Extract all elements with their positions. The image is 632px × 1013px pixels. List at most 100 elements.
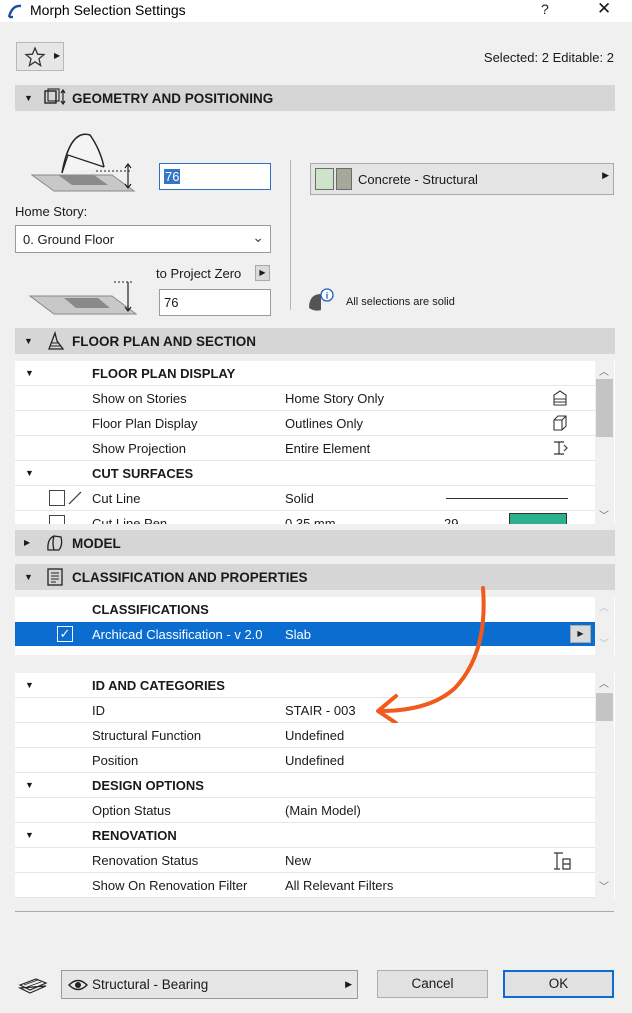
home-story-select[interactable]: 0. Ground Floor ⌄ xyxy=(15,225,271,253)
pen-color-swatch[interactable] xyxy=(509,513,567,524)
section-geometry[interactable]: ▼ GEOMETRY AND POSITIONING xyxy=(15,85,615,111)
collapse-triangle-icon: ▼ xyxy=(24,336,33,346)
cancel-button[interactable]: Cancel xyxy=(377,970,488,998)
scroll-down-icon[interactable]: ﹀ xyxy=(599,878,609,893)
section-model[interactable]: ▶ MODEL xyxy=(15,530,615,556)
layer-label: Structural - Bearing xyxy=(92,977,209,992)
cut-pen-checkbox[interactable] xyxy=(49,515,65,524)
home-story-label: Home Story: xyxy=(15,204,88,219)
material-label: Concrete - Structural xyxy=(358,172,478,187)
cut-line-checkbox[interactable] xyxy=(49,490,65,506)
group-row[interactable]: ▼ DESIGN OPTIONS xyxy=(15,773,595,798)
properties-table: ▼ ID AND CATEGORIES ID STAIR - 003 Struc… xyxy=(15,673,615,898)
stories-icon xyxy=(553,390,567,406)
table-row[interactable]: Floor Plan Display Outlines Only xyxy=(15,411,595,436)
classification-picker-button[interactable]: ▶ xyxy=(570,625,591,643)
projection-icon xyxy=(554,441,568,455)
collapse-triangle-icon: ▼ xyxy=(25,680,34,690)
table-row[interactable]: Show Projection Entire Element xyxy=(15,436,595,461)
collapse-triangle-icon: ▼ xyxy=(24,93,33,103)
annotation-arrow xyxy=(376,586,486,723)
caret-right-icon: ▶ xyxy=(54,51,61,60)
table-row[interactable]: Show on Stories Home Story Only xyxy=(15,386,595,411)
renovation-icon xyxy=(554,852,571,870)
table-row[interactable]: ID STAIR - 003 xyxy=(15,698,595,723)
star-icon xyxy=(24,46,46,67)
morph-height-diagram-icon xyxy=(30,133,136,192)
material-swatch-icon xyxy=(315,168,334,190)
table-row[interactable]: Structural Function Undefined xyxy=(15,723,595,748)
collapse-triangle-icon: ▼ xyxy=(24,572,33,582)
document-list-icon xyxy=(47,568,63,586)
scrollbar[interactable]: ︿ ﹀ xyxy=(595,673,614,898)
scroll-thumb[interactable] xyxy=(596,693,613,721)
section-label: FLOOR PLAN AND SECTION xyxy=(72,334,256,349)
elevation-diagram-icon xyxy=(28,281,138,315)
group-row[interactable]: ▼ ID AND CATEGORIES xyxy=(15,673,595,698)
group-row: CLASSIFICATIONS xyxy=(92,602,209,617)
collapse-triangle-icon: ▼ xyxy=(25,830,34,840)
caret-right-icon: ▶ xyxy=(602,170,609,180)
footer-separator xyxy=(15,911,614,912)
scroll-down-icon[interactable]: ﹀ xyxy=(599,507,609,522)
collapse-triangle-icon: ▼ xyxy=(25,780,34,790)
title-bar: Morph Selection Settings ? ✕ xyxy=(0,0,632,22)
collapse-triangle-icon: ▼ xyxy=(25,468,34,478)
classification-table: CLASSIFICATIONS ✓ Archicad Classificatio… xyxy=(15,597,615,655)
layer-select[interactable]: Structural - Bearing ▶ xyxy=(61,970,358,999)
table-row[interactable]: Option Status (Main Model) xyxy=(15,798,595,823)
scrollbar[interactable]: ︿ ﹀ xyxy=(595,597,614,655)
elevation-field[interactable]: 76 xyxy=(159,289,271,316)
scroll-up-icon[interactable]: ︿ xyxy=(599,599,609,614)
group-row[interactable]: ▼ CUT SURFACES xyxy=(15,461,595,486)
height-field[interactable]: 76 xyxy=(159,163,271,190)
ok-button[interactable]: OK xyxy=(503,970,614,998)
chevron-down-icon: ⌄ xyxy=(252,229,264,245)
archicad-logo-icon xyxy=(7,4,22,19)
selection-info: Selected: 2 Editable: 2 xyxy=(483,50,614,65)
floor-plan-table: ▼ FLOOR PLAN DISPLAY Show on Stories Hom… xyxy=(15,361,615,524)
table-row[interactable]: Cut Line Pen 0.35 mm 29 xyxy=(15,511,595,524)
expand-triangle-icon: ▶ xyxy=(24,538,31,547)
scrollbar[interactable]: ︿ ﹀ xyxy=(595,361,614,524)
scroll-thumb[interactable] xyxy=(596,379,613,437)
table-row[interactable]: Cut Line Solid xyxy=(15,486,595,511)
line-type-preview xyxy=(446,498,568,499)
scroll-up-icon[interactable]: ︿ xyxy=(599,363,609,378)
section-label: MODEL xyxy=(72,536,121,551)
floor-plan-icon xyxy=(48,331,65,350)
scroll-down-icon[interactable]: ﹀ xyxy=(599,635,609,650)
table-row[interactable]: Position Undefined xyxy=(15,748,595,773)
classification-checkbox[interactable]: ✓ xyxy=(57,626,73,642)
section-floor-plan[interactable]: ▼ FLOOR PLAN AND SECTION xyxy=(15,328,615,354)
close-button[interactable]: ✕ xyxy=(597,0,611,19)
window-title: Morph Selection Settings xyxy=(30,2,186,18)
favorites-button[interactable]: ▶ xyxy=(16,42,64,71)
geometry-icon xyxy=(44,88,66,106)
outline-cube-icon xyxy=(553,415,567,431)
line-icon xyxy=(68,491,82,505)
table-row[interactable]: Show On Renovation Filter All Relevant F… xyxy=(15,873,595,898)
table-row[interactable]: Renovation Status New xyxy=(15,848,595,873)
solid-info-icon: i xyxy=(309,288,334,311)
layer-icon xyxy=(18,978,48,994)
material-swatch-icon xyxy=(336,168,352,190)
group-row[interactable]: ▼ RENOVATION xyxy=(15,823,595,848)
classification-row[interactable]: ✓ Archicad Classification - v 2.0 Slab ▶ xyxy=(15,622,595,646)
material-picker[interactable]: Concrete - Structural ▶ xyxy=(310,163,614,195)
collapse-triangle-icon: ▼ xyxy=(25,368,34,378)
to-project-zero-label: to Project Zero xyxy=(156,266,242,281)
eye-icon xyxy=(68,979,88,991)
model-icon xyxy=(47,535,63,551)
help-button[interactable]: ? xyxy=(541,1,549,17)
caret-right-icon: ▶ xyxy=(345,979,352,989)
divider xyxy=(290,160,291,310)
id-value[interactable]: STAIR - 003 xyxy=(285,703,356,718)
reference-level-button[interactable]: ▶ xyxy=(255,265,270,281)
scroll-up-icon[interactable]: ︿ xyxy=(599,675,609,690)
section-label: GEOMETRY AND POSITIONING xyxy=(72,91,274,106)
section-classification[interactable]: ▼ CLASSIFICATION AND PROPERTIES xyxy=(15,564,615,590)
group-row[interactable]: ▼ FLOOR PLAN DISPLAY xyxy=(15,361,595,386)
section-label: CLASSIFICATION AND PROPERTIES xyxy=(72,570,308,585)
solid-note: All selections are solid xyxy=(346,296,455,308)
